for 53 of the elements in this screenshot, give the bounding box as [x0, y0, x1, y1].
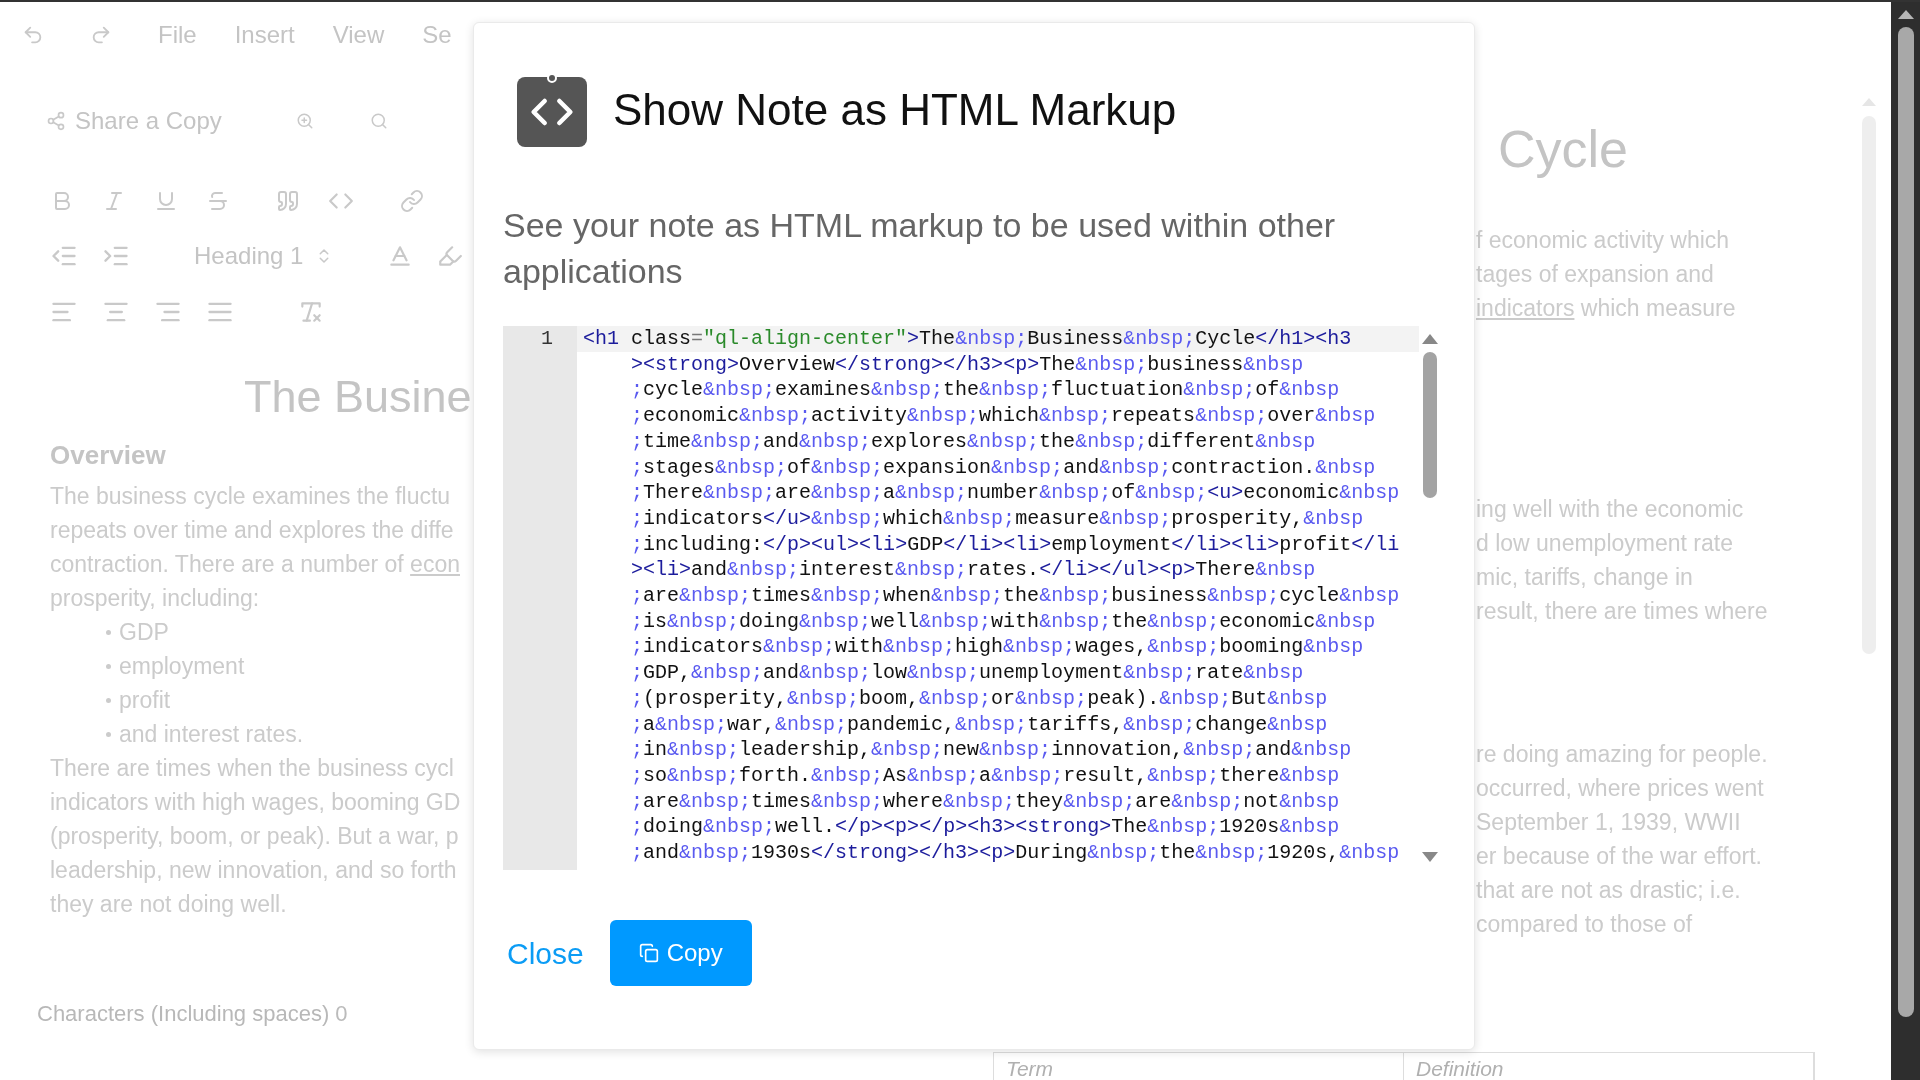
underline-icon[interactable] — [154, 189, 178, 213]
dialog-description: See your note as HTML markup to be used within other applications — [503, 205, 1337, 292]
code-line: ;cycle&nbsp;examines&nbsp;the&nbsp;fluctuation&nbsp;of&nbsp — [630, 377, 1341, 404]
code-clipboard-icon — [517, 73, 587, 147]
code-line: ;doing&nbsp;well.</p><p></p><h3><strong>The&nbsp;1920s&nbsp — [630, 814, 1341, 841]
share-icon[interactable] — [46, 111, 66, 131]
character-count: 0 — [335, 1000, 348, 1028]
menu-item[interactable]: File — [158, 17, 197, 53]
code-line: ;including:</p><ul><li>GDP</li><li>employment</li><li>profit</li — [630, 531, 1401, 558]
table-header: Definition — [1416, 1057, 1504, 1080]
link-icon[interactable] — [400, 189, 424, 213]
highlight-icon[interactable] — [437, 243, 464, 269]
code-line: ;There&nbsp;are&nbsp;a&nbsp;number&nbsp;of&nbsp;<u>economic&nbsp — [630, 480, 1401, 506]
menu-item[interactable]: Se — [422, 17, 452, 53]
code-line: ><li>and&nbsp;interest&nbsp;rates.</li></ul><p>There&nbsp — [630, 557, 1317, 584]
code-line: ;in&nbsp;leadership,&nbsp;new&nbsp;innovation,&nbsp;and&nbsp — [630, 737, 1353, 763]
code-line: ;(prosperity,&nbsp;boom,&nbsp;or&nbsp;peak).&nbsp;But&nbsp — [630, 685, 1329, 712]
character-count-label: Characters (Including spaces) — [37, 1000, 330, 1028]
search-icon[interactable] — [369, 112, 388, 130]
code-line: ;time&nbsp;and&nbsp;explores&nbsp;the&nbsp;different&nbsp — [630, 428, 1317, 455]
document-heading: Overview — [49, 439, 167, 472]
redo-icon[interactable] — [90, 24, 112, 46]
undo-icon[interactable] — [22, 24, 44, 46]
code-line: ><strong>Overview</strong></h3><p>The&nbsp;business&nbsp — [630, 351, 1305, 378]
menu-item[interactable]: Insert — [234, 17, 295, 53]
code-line: ;stages&nbsp;of&nbsp;expansion&nbsp;and&nbsp;contraction.&nbsp — [630, 454, 1377, 481]
line-number: 1 — [541, 326, 553, 352]
heading-select[interactable]: Heading 1 — [194, 238, 334, 274]
document-title: The Busine — [243, 370, 473, 424]
table-header: Term — [1006, 1057, 1054, 1080]
close-button[interactable]: Close — [507, 930, 584, 976]
code-line: ;are&nbsp;times&nbsp;when&nbsp;the&nbsp;business&nbsp;cycle&nbsp — [630, 583, 1401, 609]
strikethrough-icon[interactable] — [206, 189, 230, 213]
code-line: ;indicators&nbsp;with&nbsp;high&nbsp;wages,&nbsp;booming&nbsp — [630, 634, 1365, 661]
scrollbar[interactable] — [1891, 2, 1920, 1080]
code-line: ;economic&nbsp;activity&nbsp;which&nbsp;repeats&nbsp;over&nbsp — [630, 403, 1377, 429]
code-line: ;is&nbsp;doing&nbsp;well&nbsp;with&nbsp;the&nbsp;economic&nbsp — [630, 608, 1377, 635]
copy-icon — [638, 943, 659, 963]
share-link[interactable]: Share a Copy — [75, 103, 222, 139]
code-line: ;and&nbsp;1930s</strong></h3><p>During&nbsp;the&nbsp;1920s,&nbsp — [630, 840, 1401, 866]
code-line: ;GDP,&nbsp;and&nbsp;low&nbsp;unemployment&nbsp;rate&nbsp — [630, 660, 1305, 686]
code-line: ;so&nbsp;forth.&nbsp;As&nbsp;a&nbsp;result,&nbsp;there&nbsp — [630, 762, 1341, 789]
dialog-title: Show Note as HTML Markup — [613, 84, 1177, 136]
scrollbar[interactable] — [1861, 98, 1877, 654]
code-line: ;are&nbsp;times&nbsp;where&nbsp;they&nbsp;are&nbsp;not&nbsp — [630, 788, 1341, 815]
document-title: Cycle — [1497, 119, 1630, 180]
code-line: ;indicators</u>&nbsp;which&nbsp;measure&nbsp;prosperity,&nbsp — [630, 505, 1365, 532]
zoom-in-icon[interactable] — [295, 112, 314, 130]
clear-format-icon[interactable] — [298, 299, 324, 325]
menu-item[interactable]: View — [332, 17, 385, 53]
copy-button[interactable]: Copy — [609, 920, 752, 986]
code-line: ;a&nbsp;war,&nbsp;pandemic,&nbsp;tariffs,&nbsp;change&nbsp — [630, 711, 1329, 738]
quote-icon[interactable] — [276, 189, 300, 213]
